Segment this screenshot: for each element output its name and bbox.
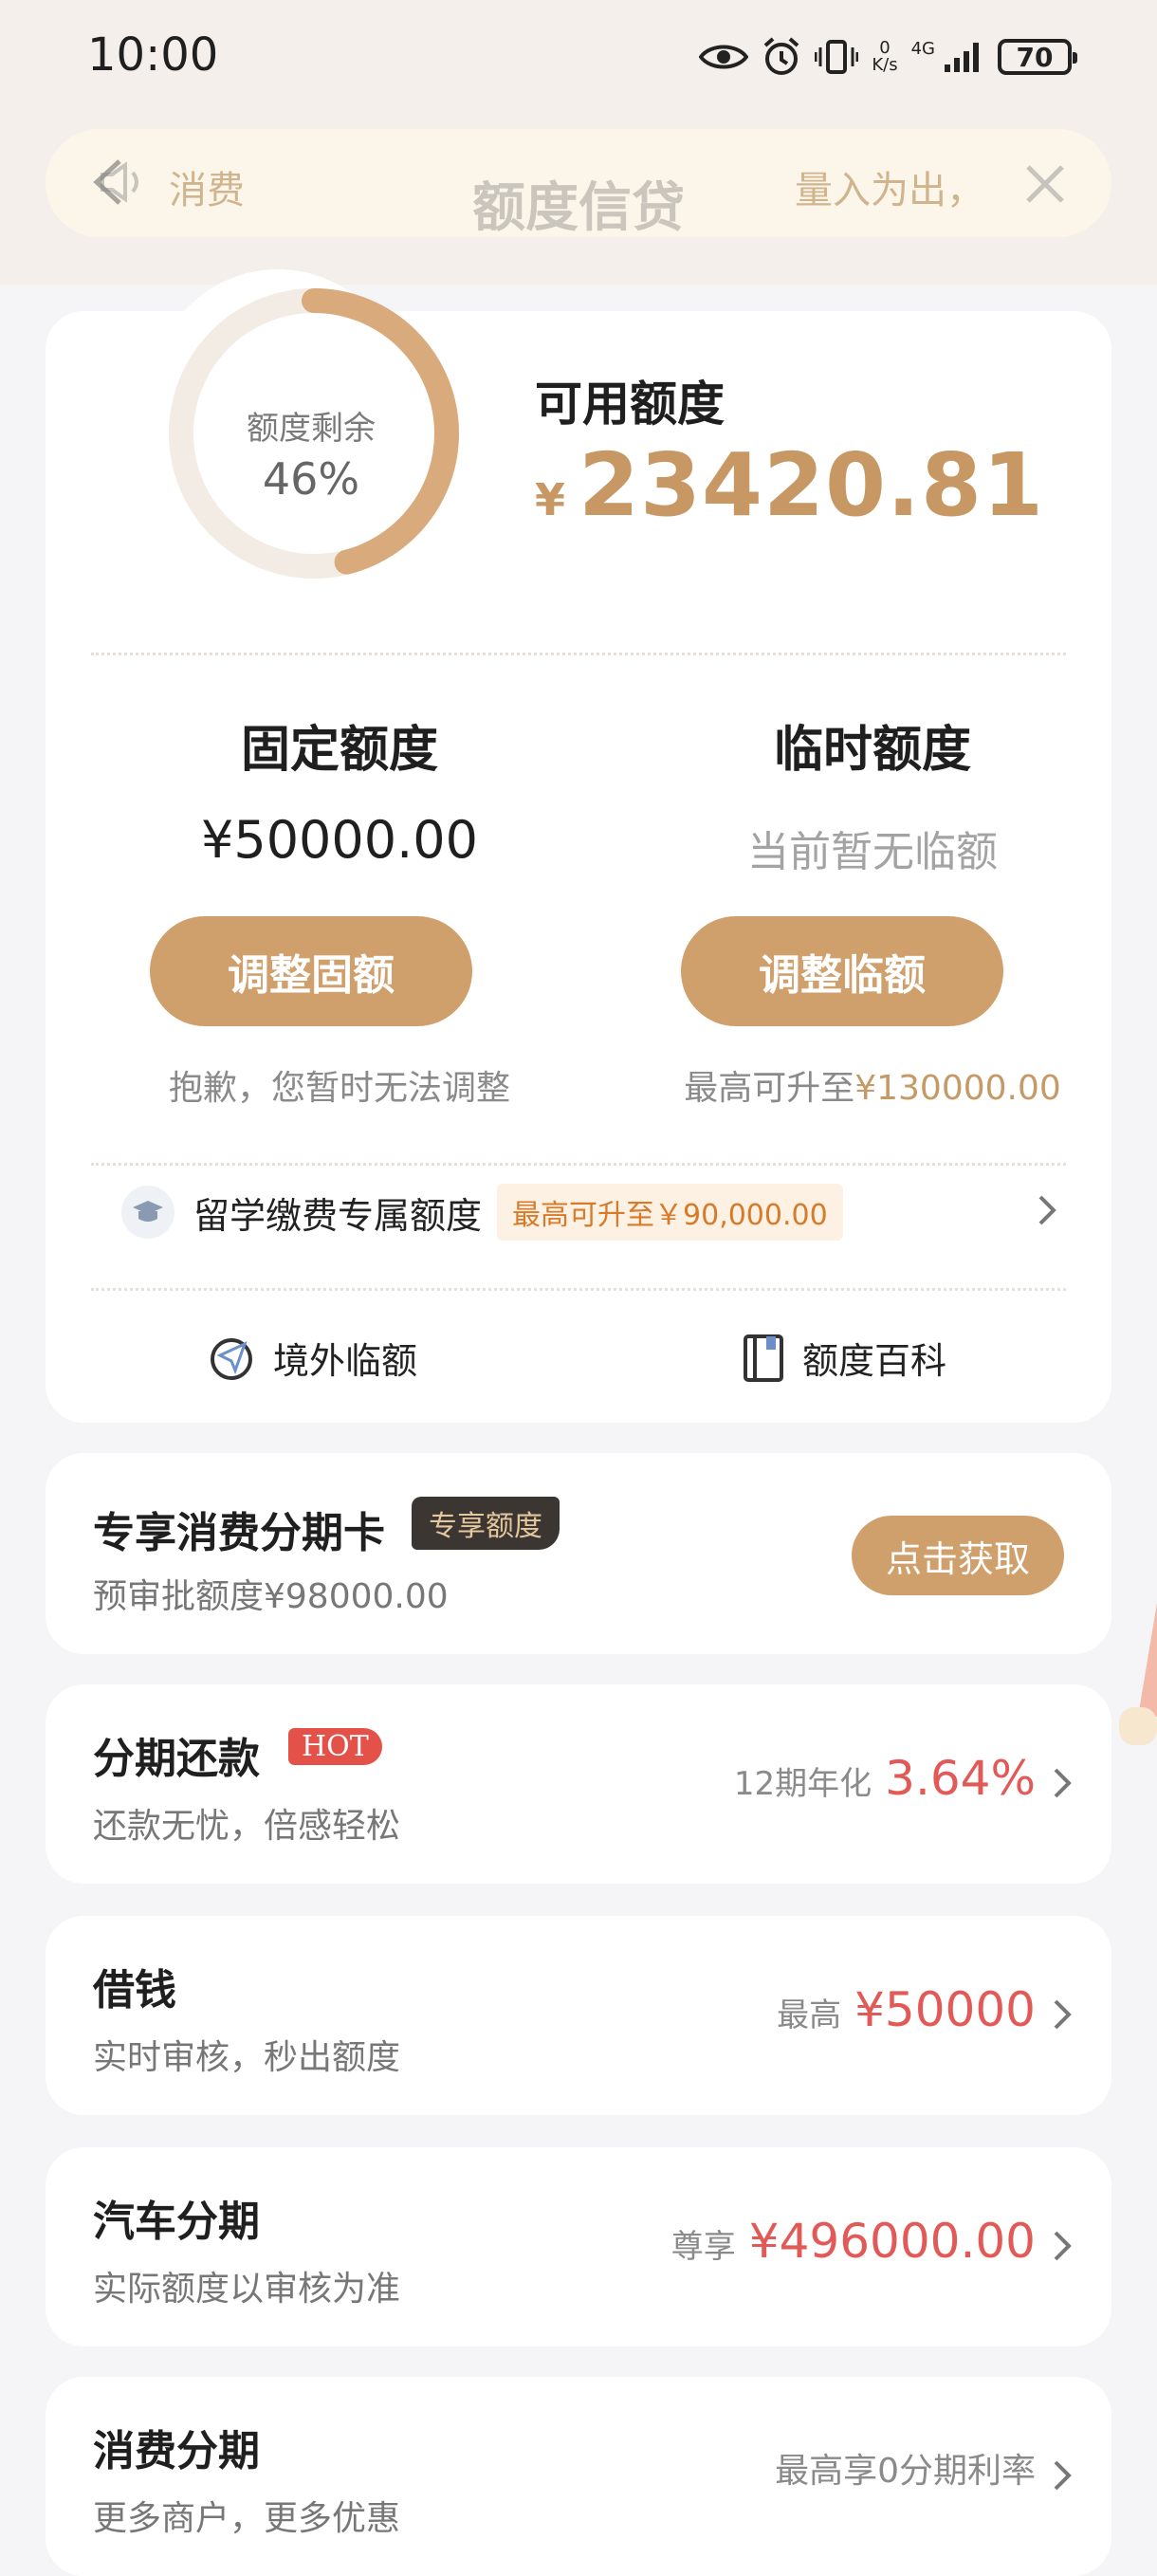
row-subtitle: 更多商户，更多优惠: [93, 2499, 401, 2538]
signal-icon: [943, 40, 984, 74]
row-rate: 12期年化 3.64%: [733, 1751, 1036, 1806]
credit-wiki-link[interactable]: 额度百科: [742, 1332, 946, 1384]
study-abroad-credit-row[interactable]: 留学缴费专属额度 最高可升至￥90,000.00: [121, 1184, 1056, 1241]
battery-icon: 70: [998, 39, 1077, 75]
installment-repayment-row[interactable]: 分期还款 HOT 还款无忧，倍感轻松 12期年化 3.64%: [46, 1684, 1111, 1884]
status-bar: 10:00 0 K/s 4G 70: [0, 0, 1157, 114]
graduation-cap-icon: [121, 1186, 174, 1239]
ring-percent: 46%: [262, 453, 360, 505]
available-credit-currency: ¥: [535, 474, 566, 525]
temp-credit-note: 最高可升至¥130000.00: [684, 1069, 1061, 1108]
adjust-fixed-button[interactable]: 调整固额: [150, 916, 472, 1026]
network-speed: 0 K/s: [872, 38, 898, 75]
consumer-installment-row[interactable]: 消费分期 更多商户，更多优惠 最高享0分期利率: [46, 2377, 1111, 2576]
credit-wiki-label: 额度百科: [802, 1340, 947, 1382]
row-title: 借钱: [93, 1966, 176, 2015]
installment-card-title: 专享消费分期卡: [93, 1509, 385, 1557]
book-icon: [744, 1334, 783, 1382]
car-installment-row[interactable]: 汽车分期 实际额度以审核为准 尊享 ¥496000.00: [46, 2147, 1111, 2346]
status-icons: 0 K/s 4G 70: [699, 32, 1077, 82]
hot-badge: HOT: [288, 1728, 382, 1765]
installment-card-subtitle: 预审批额度¥98000.00: [93, 1577, 449, 1616]
row-title: 消费分期: [93, 2427, 260, 2475]
divider: [91, 1288, 1066, 1291]
available-credit-amount: 23420.81: [578, 434, 1045, 536]
temp-credit-title: 临时额度: [773, 722, 971, 779]
adjust-temp-button[interactable]: 调整临额: [681, 916, 1003, 1026]
chevron-right-icon: [1051, 1766, 1074, 1804]
row-subtitle: 实时审核，秒出额度: [93, 2038, 401, 2077]
divider: [91, 653, 1066, 655]
available-credit-label: 可用额度: [535, 377, 725, 432]
study-abroad-label: 留学缴费专属额度: [193, 1194, 483, 1237]
fixed-credit-value: ¥50000.00: [200, 810, 479, 870]
fixed-credit-note: 抱歉，您暂时无法调整: [168, 1069, 510, 1108]
row-amount: 最高 ¥50000: [777, 1982, 1036, 2037]
chevron-right-icon: [1051, 2458, 1074, 2496]
status-time: 10:00: [87, 28, 219, 82]
chevron-right-icon: [1051, 2229, 1074, 2267]
overseas-temp-credit-label: 境外临额: [273, 1340, 418, 1382]
overseas-temp-credit-link[interactable]: 境外临额: [207, 1332, 417, 1384]
row-subtitle: 还款无忧，倍感轻松: [93, 1807, 401, 1846]
eye-icon: [699, 42, 749, 72]
installment-card-offer: 专享消费分期卡 专享额度 预审批额度¥98000.00 点击获取: [46, 1453, 1111, 1654]
borrow-money-row[interactable]: 借钱 实时审核，秒出额度 最高 ¥50000: [46, 1916, 1111, 2115]
network-type: 4G: [910, 38, 935, 59]
get-installment-card-button[interactable]: 点击获取: [852, 1516, 1064, 1595]
overseas-plane-icon: [211, 1337, 252, 1380]
row-title: 汽车分期: [93, 2198, 260, 2246]
chevron-right-icon: [1051, 1997, 1074, 2035]
study-abroad-tag: 最高可升至￥90,000.00: [497, 1184, 843, 1241]
temp-credit-max: ¥130000.00: [854, 1069, 1061, 1108]
credit-summary-card: 额度剩余 46% 可用额度 ¥ 23420.81 固定额度 ¥50000.00 …: [46, 269, 1111, 1423]
row-title: 分期还款: [93, 1735, 260, 1783]
installment-card-badge: 专享额度: [412, 1497, 560, 1550]
notice-bar: 消费 额度信贷 量入为出，: [46, 129, 1111, 239]
ring-label: 额度剩余: [247, 410, 376, 448]
floating-promo-icon[interactable]: [1119, 1603, 1157, 1793]
vibrate-icon: [815, 38, 859, 76]
chevron-right-icon: [1036, 1193, 1058, 1231]
temp-credit-value: 当前暂无临额: [747, 828, 998, 876]
row-amount: 尊享 ¥496000.00: [670, 2214, 1036, 2269]
alarm-icon: [762, 36, 801, 78]
row-note: 最高享0分期利率: [775, 2452, 1036, 2491]
divider: [91, 1163, 1066, 1166]
row-subtitle: 实际额度以审核为准: [93, 2270, 401, 2309]
close-icon[interactable]: [1020, 159, 1070, 212]
notice-marquee-right: 量入为出，: [795, 169, 984, 212]
fixed-credit-title: 固定额度: [240, 722, 438, 779]
